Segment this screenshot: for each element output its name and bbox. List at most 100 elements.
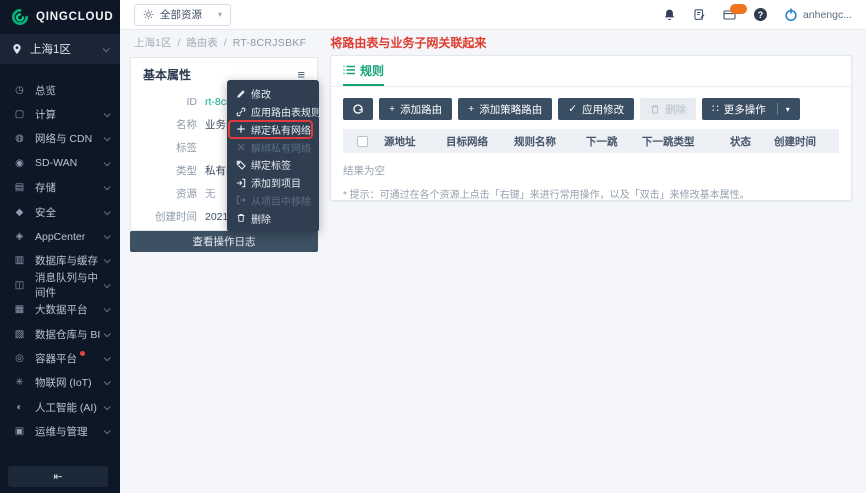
select-all-checkbox[interactable] xyxy=(357,136,368,147)
database-icon: ▥ xyxy=(13,255,26,266)
trash-icon xyxy=(650,104,660,115)
column-header-next-hop-type[interactable]: 下一跳类型 xyxy=(642,134,730,149)
chevron-down-icon xyxy=(104,257,111,264)
column-header-rule-name[interactable]: 规则名称 xyxy=(514,134,586,149)
sidebar-item-appcenter[interactable]: ◈ AppCenter xyxy=(0,224,120,248)
table-header-row: 源地址 目标网络 规则名称 下一跳 下一跳类型 状态 创建时间 xyxy=(343,129,839,153)
iot-icon: ✳ xyxy=(13,377,26,388)
menu-item-add-to-project[interactable]: 添加到项目 xyxy=(227,174,319,192)
panel-menu-icon[interactable]: ≡ xyxy=(297,68,305,81)
chevron-down-icon xyxy=(104,110,111,117)
qingcloud-logo-icon xyxy=(11,8,29,26)
delete-button: 删除 xyxy=(640,98,696,120)
breadcrumb-separator: / xyxy=(224,37,227,49)
menu-item-apply-route-rules[interactable]: 应用路由表规则 xyxy=(227,103,319,121)
tab-rules[interactable]: 规则 xyxy=(343,56,384,86)
breadcrumb-zone[interactable]: 上海1区 xyxy=(134,35,171,50)
add-policy-route-button[interactable]: + 添加策略路由 xyxy=(458,98,552,120)
overview-icon: ◷ xyxy=(13,85,26,96)
warehouse-icon: ▧ xyxy=(13,329,26,340)
sidebar-item-bigdata[interactable]: ▦ 大数据平台 xyxy=(0,298,120,322)
menu-item-delete[interactable]: 删除 xyxy=(227,209,319,227)
trash-icon xyxy=(236,213,246,223)
username: anhengc... xyxy=(803,9,852,21)
messages-icon[interactable] xyxy=(723,9,737,21)
sidebar-item-network-cdn[interactable]: ◍ 网络与 CDN xyxy=(0,127,120,151)
sidebar-item-iot[interactable]: ✳ 物联网 (IoT) xyxy=(0,371,120,395)
more-actions-dropdown[interactable]: ∷ 更多操作 ▾ xyxy=(702,98,800,120)
network-icon: ◍ xyxy=(13,133,26,144)
sidebar-item-warehouse-bi[interactable]: ▧ 数据仓库与 BI xyxy=(0,322,120,346)
check-icon: ✓ xyxy=(568,103,577,115)
breadcrumb: 上海1区 / 路由表 / RT-8CRJSBKF 将路由表与业务子网关联起来 xyxy=(120,30,866,55)
user-menu[interactable]: anhengc... xyxy=(784,8,852,22)
field-label: 名称 xyxy=(143,117,197,132)
location-pin-icon xyxy=(12,43,22,55)
sidebar-item-label: 运维与管理 xyxy=(35,424,88,439)
sign-in-icon xyxy=(236,178,246,188)
resource-scope-dropdown[interactable]: 全部资源 ▾ xyxy=(134,4,231,26)
compute-icon: ▢ xyxy=(13,109,26,120)
sidebar-item-label: 存储 xyxy=(35,180,56,195)
sidebar-item-ai[interactable]: ◐ 人工智能 (AI) xyxy=(0,395,120,419)
menu-item-bind-private-network[interactable]: 绑定私有网络 xyxy=(227,121,319,139)
tab-bar: 规则 xyxy=(331,56,851,87)
bell-icon[interactable] xyxy=(663,8,676,22)
collapse-icon: ⇤ xyxy=(53,470,62,483)
column-header-created[interactable]: 创建时间 xyxy=(774,134,816,149)
breadcrumb-route-tables[interactable]: 路由表 xyxy=(186,35,218,50)
empty-result-text: 结果为空 xyxy=(343,163,839,178)
view-operation-log-button[interactable]: 查看操作日志 xyxy=(130,231,318,252)
sidebar-item-label: 容器平台 xyxy=(35,351,77,366)
chevron-down-icon xyxy=(104,184,111,191)
help-icon[interactable]: ? xyxy=(754,8,767,21)
zone-selector[interactable]: 上海1区 xyxy=(0,34,120,64)
sidebar-item-sdwan[interactable]: ◉ SD-WAN xyxy=(0,151,120,175)
sidebar-item-security[interactable]: ◆ 安全 xyxy=(0,200,120,224)
grid-icon: ∷ xyxy=(712,103,719,115)
x-icon xyxy=(236,142,246,152)
brand[interactable]: QINGCLOUD xyxy=(0,0,120,34)
sidebar-item-mq-middleware[interactable]: ◫ 消息队列与中间件 xyxy=(0,273,120,297)
field-label: 类型 xyxy=(143,163,197,178)
chevron-down-icon xyxy=(103,45,110,52)
tab-rules-label: 规则 xyxy=(360,62,384,79)
sidebar-item-overview[interactable]: ◷ 总览 xyxy=(0,78,120,102)
annotation-text: 将路由表与业务子网关联起来 xyxy=(330,34,486,51)
refresh-icon xyxy=(352,103,364,115)
sidebar-collapse-button[interactable]: ⇤ xyxy=(8,466,108,487)
unread-badge xyxy=(730,4,747,14)
sidebar: QINGCLOUD 上海1区 ◷ 总览 ▢ 计算 ◍ 网络与 CDN xyxy=(0,0,120,493)
column-header-target-network[interactable]: 目标网络 xyxy=(446,134,514,149)
chevron-down-icon xyxy=(104,232,111,239)
field-label: 资源 xyxy=(143,186,197,201)
work-order-icon[interactable] xyxy=(693,8,706,21)
chevron-down-icon xyxy=(104,427,111,434)
menu-item-modify[interactable]: 修改 xyxy=(227,85,319,103)
chevron-down-icon xyxy=(104,208,111,215)
link-icon xyxy=(236,107,246,117)
column-header-next-hop[interactable]: 下一跳 xyxy=(586,134,642,149)
rules-toolbar: + 添加路由 + 添加策略路由 ✓ 应用修改 删除 ∷ 更多操作 ▾ xyxy=(343,98,839,120)
sidebar-item-storage[interactable]: ▤ 存储 xyxy=(0,176,120,200)
sidebar-item-label: 物联网 (IoT) xyxy=(35,375,92,390)
qingcloud-console: QINGCLOUD 上海1区 ◷ 总览 ▢ 计算 ◍ 网络与 CDN xyxy=(0,0,866,493)
chevron-down-icon xyxy=(104,159,111,166)
menu-item-bind-tag[interactable]: 绑定标签 xyxy=(227,156,319,174)
apply-changes-button[interactable]: ✓ 应用修改 xyxy=(558,98,634,120)
column-header-status[interactable]: 状态 xyxy=(730,134,774,149)
sidebar-item-label: 人工智能 (AI) xyxy=(35,400,97,415)
field-label: ID xyxy=(143,96,197,108)
sidebar-item-compute[interactable]: ▢ 计算 xyxy=(0,102,120,126)
chevron-down-icon xyxy=(104,135,111,142)
refresh-button[interactable] xyxy=(343,98,373,120)
chevron-down-icon xyxy=(104,403,111,410)
sidebar-item-container[interactable]: ◎ 容器平台 xyxy=(0,346,120,370)
sidebar-item-ops[interactable]: ▣ 运维与管理 xyxy=(0,419,120,443)
sidebar-item-label: 大数据平台 xyxy=(35,302,88,317)
column-header-source[interactable]: 源地址 xyxy=(384,134,446,149)
sidebar-item-label: 总览 xyxy=(35,83,56,98)
plus-icon: + xyxy=(389,103,395,115)
add-route-button[interactable]: + 添加路由 xyxy=(379,98,452,120)
button-divider xyxy=(777,103,778,115)
